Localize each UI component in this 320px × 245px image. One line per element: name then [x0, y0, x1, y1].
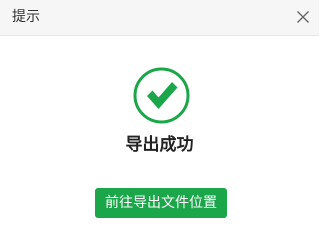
- dialog-title: 提示: [12, 9, 40, 25]
- dialog-titlebar: 提示: [0, 0, 319, 36]
- open-export-location-button[interactable]: 前往导出文件位置: [95, 188, 227, 218]
- export-success-dialog: 提示 导出成功 前往导出文件位置: [0, 0, 319, 245]
- check-circle-icon: [133, 67, 190, 124]
- close-icon[interactable]: [296, 10, 310, 24]
- success-message: 导出成功: [125, 135, 194, 155]
- close-button[interactable]: [291, 5, 315, 29]
